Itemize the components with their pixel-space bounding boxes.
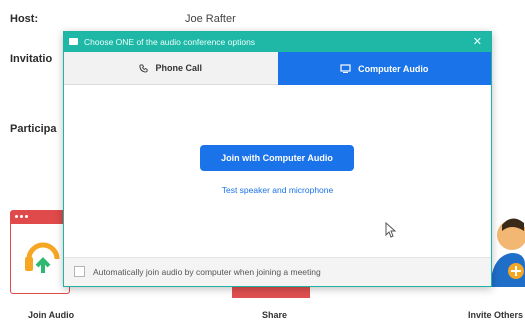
mouse-cursor-icon	[385, 222, 397, 238]
host-label: Host:	[10, 13, 39, 25]
tab-phone-call-label: Phone Call	[155, 63, 202, 73]
tab-phone-call[interactable]: Phone Call	[64, 52, 278, 85]
close-icon[interactable]: ✕	[473, 35, 482, 48]
auto-join-label: Automatically join audio by computer whe…	[93, 267, 321, 277]
tile-header-bar	[11, 211, 69, 224]
join-audio-label: Join Audio	[28, 310, 75, 320]
invitation-label: Invitatio	[10, 53, 53, 65]
dialog-title: Choose ONE of the audio conference optio…	[84, 37, 256, 47]
join-computer-audio-button[interactable]: Join with Computer Audio	[200, 145, 354, 171]
host-value: Joe Rafter	[185, 13, 236, 25]
phone-icon	[139, 63, 149, 73]
dialog-footer: Automatically join audio by computer whe…	[64, 257, 491, 286]
monitor-icon	[340, 64, 351, 73]
auto-join-checkbox[interactable]	[74, 266, 85, 277]
share-tile[interactable]	[232, 286, 310, 298]
tab-computer-audio[interactable]: Computer Audio	[277, 52, 491, 85]
app-icon	[69, 38, 78, 45]
join-audio-tile[interactable]	[10, 210, 70, 294]
dialog-titlebar: Choose ONE of the audio conference optio…	[64, 32, 491, 52]
test-speaker-link[interactable]: Test speaker and microphone	[64, 185, 491, 195]
audio-tabs: Phone Call Computer Audio	[64, 52, 491, 85]
participants-label: Participa	[10, 123, 57, 135]
audio-options-dialog: Choose ONE of the audio conference optio…	[63, 31, 492, 287]
tab-computer-audio-label: Computer Audio	[358, 63, 429, 74]
headphones-icon	[25, 242, 60, 273]
share-label: Share	[262, 310, 288, 320]
invite-others-label: Invite Others	[468, 310, 524, 320]
